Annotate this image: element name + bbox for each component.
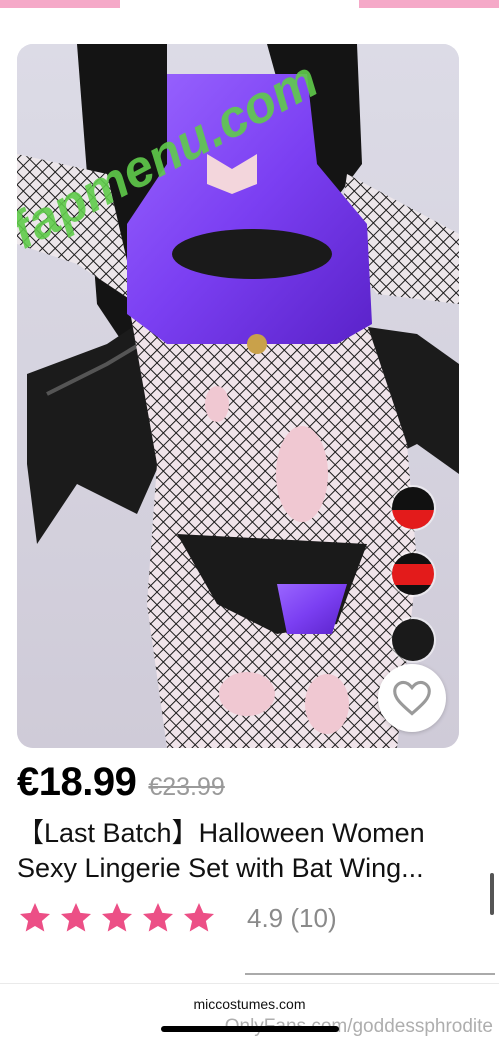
swatch-middle [392,563,434,585]
rating-count: 4.9 (10) [247,902,337,933]
color-swatch-black[interactable] [390,617,436,663]
divider [245,973,495,975]
top-accent-right [359,0,499,8]
home-indicator[interactable] [161,1026,339,1032]
star-icon [102,903,132,932]
rating-row[interactable]: 4.9 (10) [17,898,337,938]
scrollbar[interactable] [490,873,494,915]
product-image-card[interactable]: fapmenu.com [17,44,459,748]
original-price: €23.99 [148,773,225,801]
swatch-bottom [392,510,434,529]
star-rating [17,900,217,936]
current-price: €18.99 [17,760,137,804]
star-icon [184,903,214,932]
color-swatch-red-black[interactable] [390,551,436,597]
top-strip [0,0,499,22]
browser-bottom-bar: miccostumes.com OnlyFans.com/goddessphro… [0,983,499,1043]
product-title[interactable]: 【Last Batch】Halloween Women Sexy Lingeri… [17,816,472,886]
top-accent-left [0,0,120,8]
heart-icon [393,680,431,716]
product-title-line-1: 【Last Batch】Halloween Women [17,818,425,848]
swatch-bottom [392,584,434,595]
color-swatch-black-red[interactable] [390,485,436,531]
star-icon [20,903,50,932]
star-icon [143,903,173,932]
product-title-line-2: Sexy Lingerie Set with Bat Wing... [17,853,424,883]
favorite-button[interactable] [378,664,446,732]
price-row: €18.99 €23.99 [17,760,225,810]
swatch-top [392,487,434,511]
star-icon [61,903,91,932]
swatch-fill [392,619,434,661]
url-domain[interactable]: miccostumes.com [0,996,499,1012]
